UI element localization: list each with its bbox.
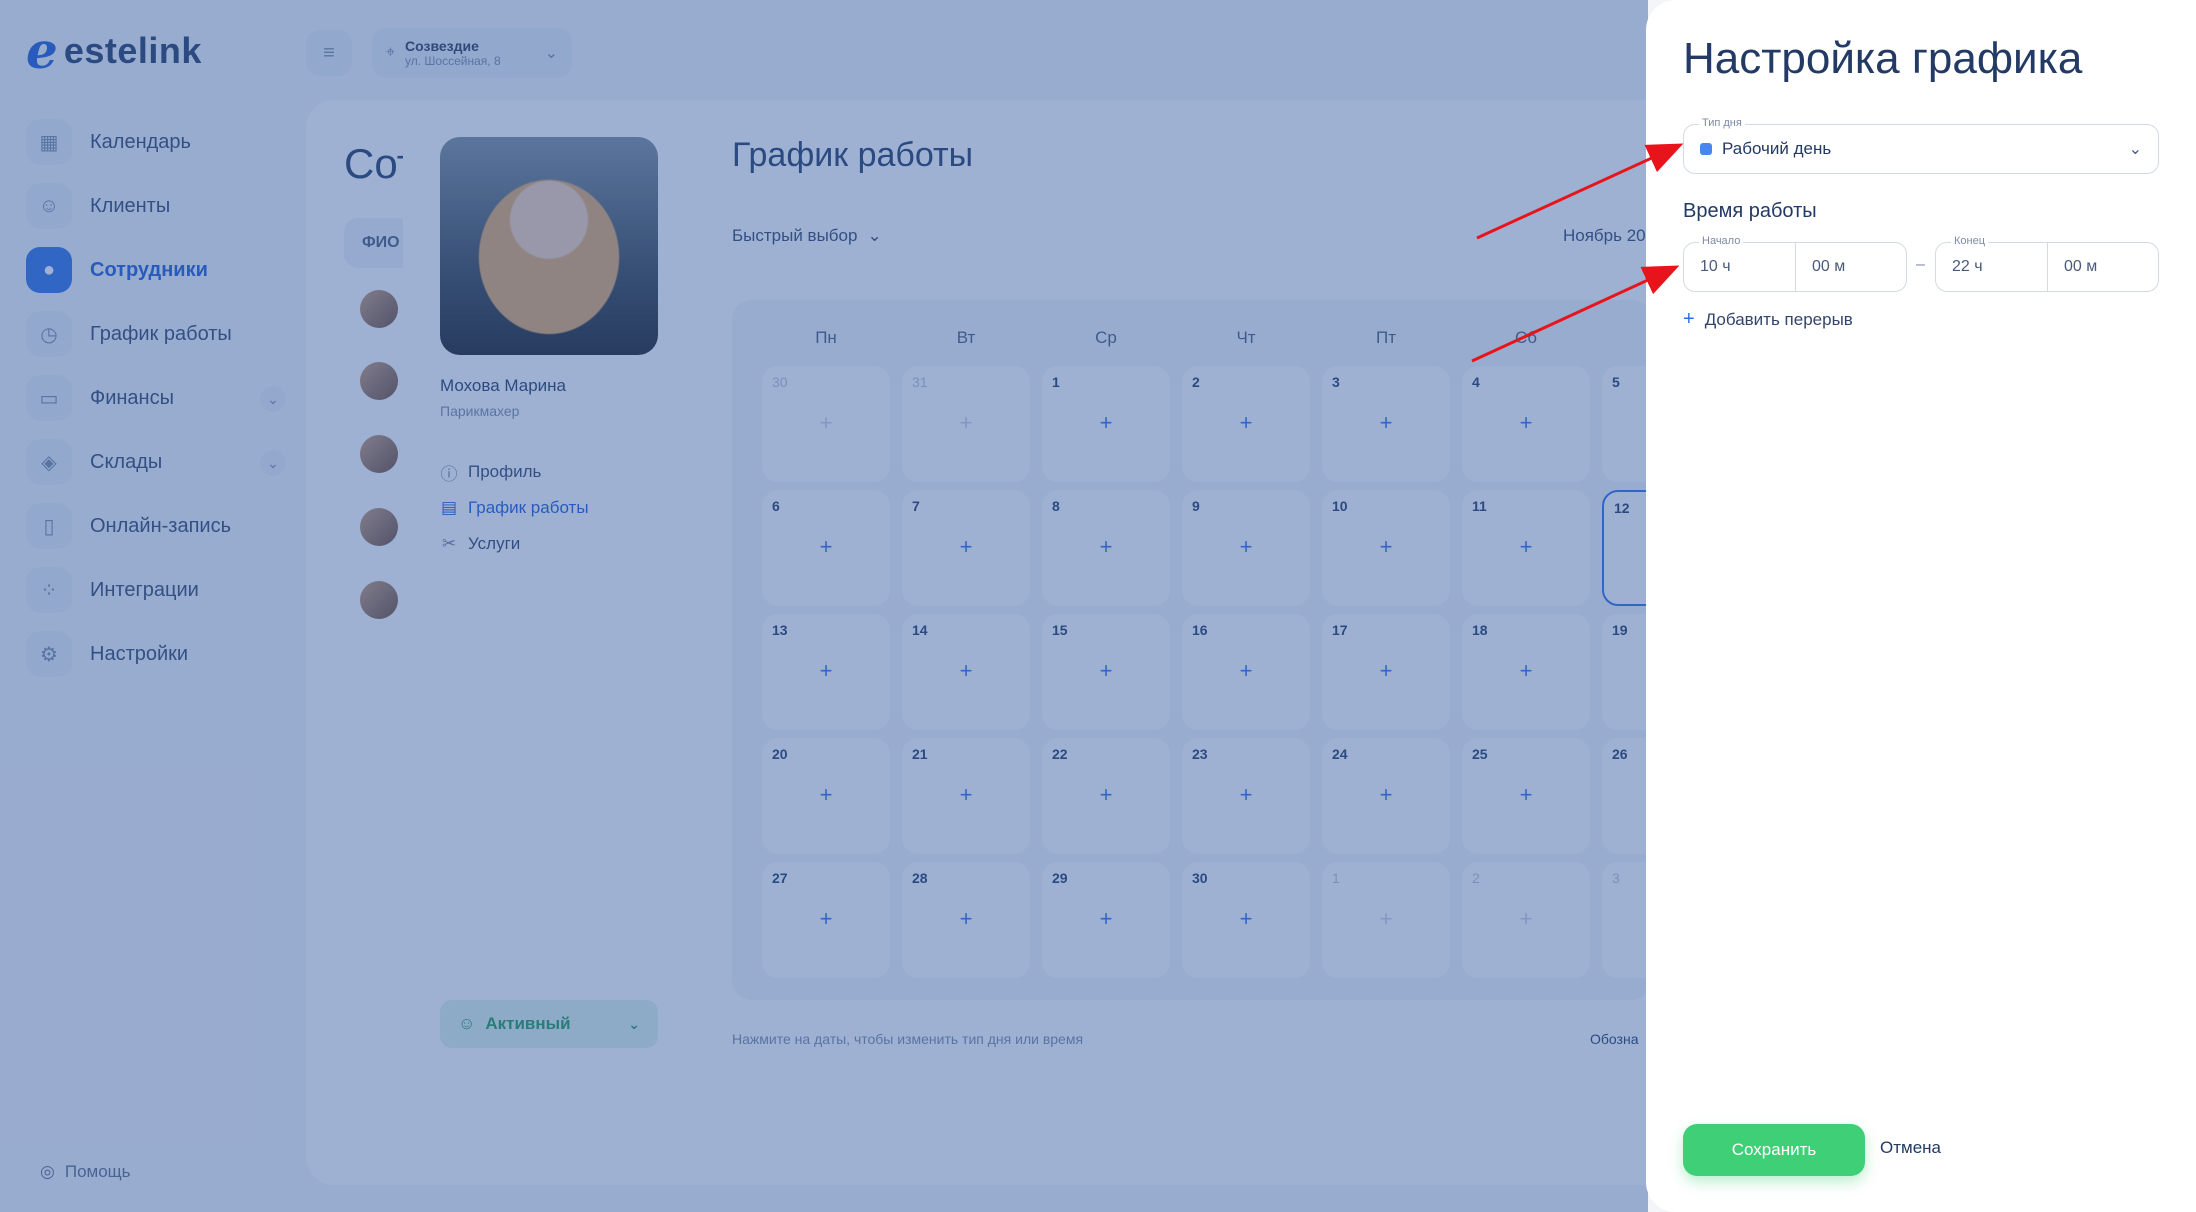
plus-icon: + (1683, 308, 1695, 330)
panel-title: Настройка графика (1683, 34, 2083, 83)
cancel-button[interactable]: Отмена (1880, 1138, 1941, 1158)
time-separator: – (1916, 256, 1925, 273)
start-hours-input[interactable]: 10 ч (1684, 243, 1795, 291)
start-minutes-input[interactable]: 00 м (1795, 243, 1906, 291)
day-type-color-swatch (1700, 143, 1712, 155)
day-type-select[interactable]: Рабочий день ⌄ (1683, 124, 2159, 174)
add-break-label: Добавить перерыв (1704, 309, 1853, 329)
start-time-field: 10 ч 00 м (1683, 242, 1907, 292)
work-time-title: Время работы (1683, 200, 1817, 222)
day-type-label: Тип дня (1699, 117, 1745, 129)
end-time-field: 22 ч 00 м (1935, 242, 2159, 292)
end-minutes-input[interactable]: 00 м (2047, 243, 2158, 291)
end-time-label: Конец (1951, 235, 1989, 247)
schedule-settings-panel (1646, 0, 2196, 1212)
modal-backdrop[interactable] (0, 0, 1648, 1212)
end-hours-input[interactable]: 22 ч (1936, 243, 2047, 291)
save-button[interactable]: Сохранить (1683, 1124, 1865, 1176)
day-type-value: Рабочий день (1722, 139, 1832, 158)
add-break-button[interactable]: + Добавить перерыв (1683, 308, 1853, 331)
start-time-label: Начало (1699, 235, 1744, 247)
chevron-down-icon: ⌄ (2128, 141, 2142, 158)
